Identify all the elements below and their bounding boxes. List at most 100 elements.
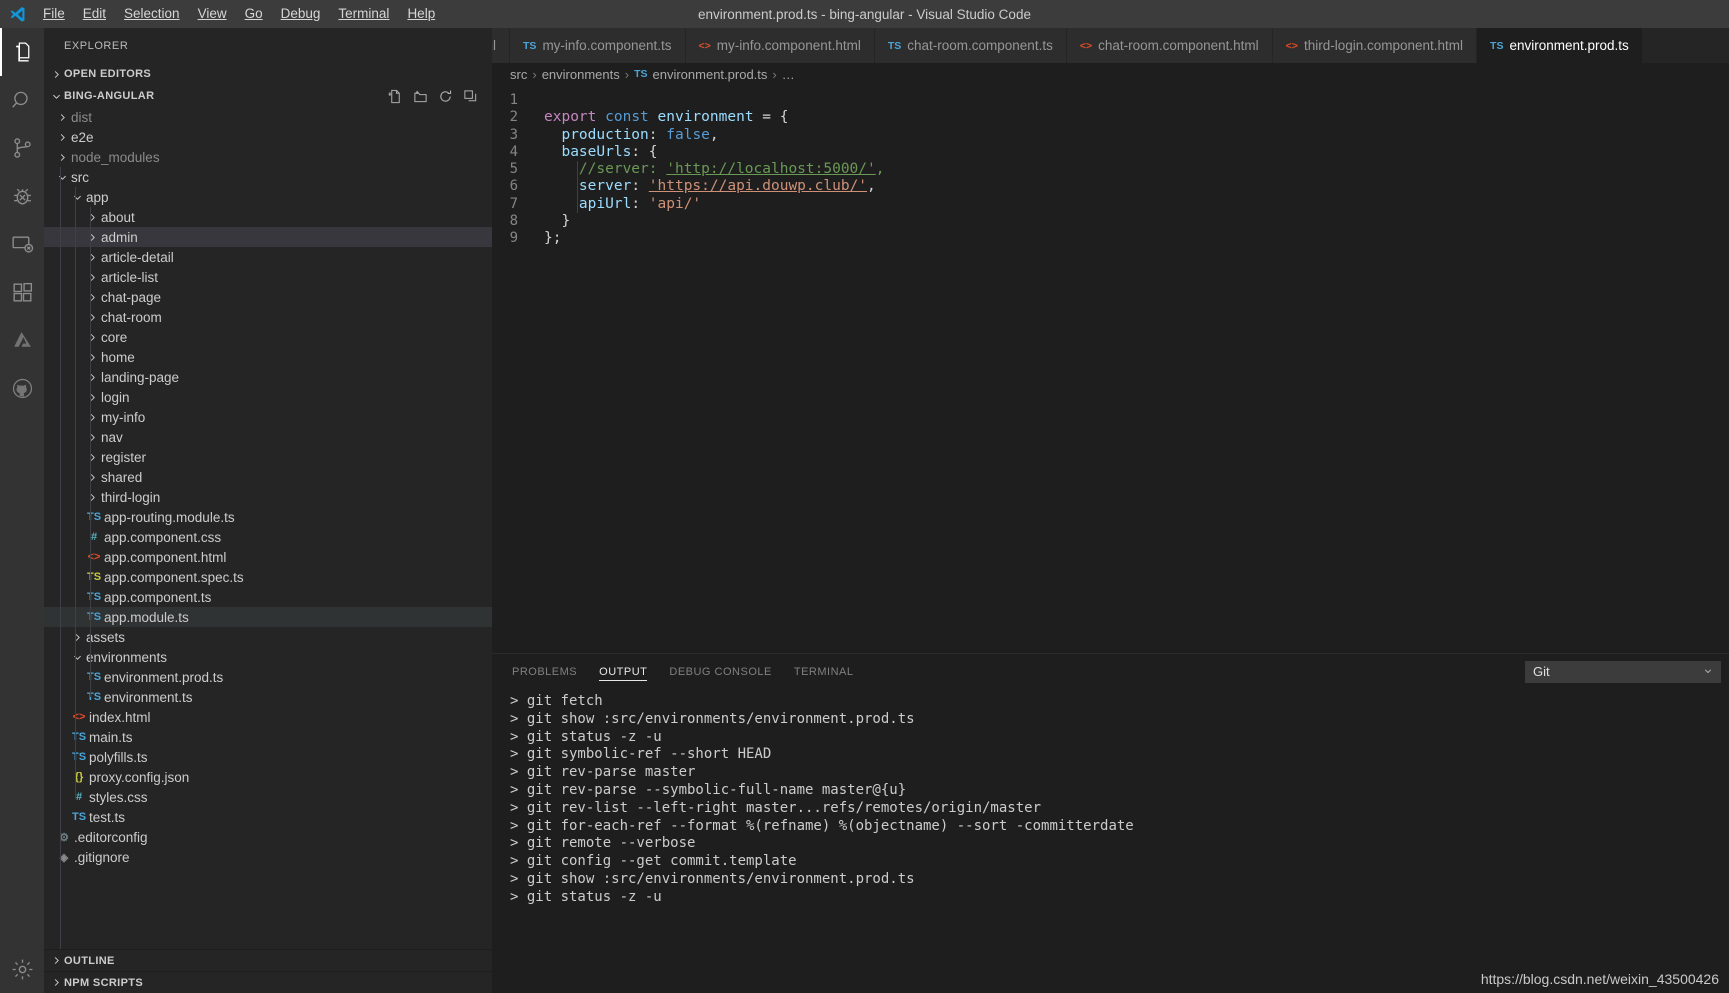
tree-row-e2e[interactable]: e2e	[44, 127, 492, 147]
tree-row-nav[interactable]: nav	[44, 427, 492, 447]
tree-row-app-routing.module.ts[interactable]: TS app-routing.module.ts	[44, 507, 492, 527]
tree-row-main.ts[interactable]: TS main.ts	[44, 727, 492, 747]
tree-row-styles.css[interactable]: # styles.css	[44, 787, 492, 807]
output-console[interactable]: > git fetch > git show :src/environments/…	[492, 689, 1729, 993]
file-tree[interactable]: dist e2e node_modules src app about admin artic…	[44, 107, 492, 949]
tree-row-chat-room[interactable]: chat-room	[44, 307, 492, 327]
activity-github-icon[interactable]	[0, 364, 44, 412]
tree-row-admin[interactable]: admin	[44, 227, 492, 247]
code-line[interactable]: 4 baseUrls: {	[492, 144, 1729, 161]
panel-tab-debug-console[interactable]: DEBUG CONSOLE	[669, 654, 771, 689]
tree-row-dist[interactable]: dist	[44, 107, 492, 127]
editor-tab-chat-room.component.ts[interactable]: TS chat-room.component.ts	[874, 28, 1067, 63]
activity-search-icon[interactable]	[0, 76, 44, 124]
code-line[interactable]: 6 server: 'https://api.douwp.club/',	[492, 178, 1729, 195]
code-line[interactable]: 2 export const environment = {	[492, 109, 1729, 126]
tree-row-app[interactable]: app	[44, 187, 492, 207]
breadcrumb-separator: ›	[772, 66, 777, 82]
tree-row-node-modules[interactable]: node_modules	[44, 147, 492, 167]
menu-edit[interactable]: Edit	[74, 3, 115, 25]
breadcrumb-item[interactable]: src	[510, 67, 527, 82]
tree-row-app.component.spec.ts[interactable]: TS app.component.spec.ts	[44, 567, 492, 587]
section-project-root[interactable]: BING-ANGULAR	[44, 85, 492, 107]
tree-row-index.html[interactable]: <> index.html	[44, 707, 492, 727]
new-file-icon[interactable]	[388, 89, 403, 104]
tree-row-app.component.ts[interactable]: TS app.component.ts	[44, 587, 492, 607]
section-open-editors[interactable]: OPEN EDITORS	[44, 63, 492, 85]
tree-row-assets[interactable]: assets	[44, 627, 492, 647]
tree-row-my-info[interactable]: my-info	[44, 407, 492, 427]
tree-row-app.module.ts[interactable]: TS app.module.ts	[44, 607, 492, 627]
tree-row-article-detail[interactable]: article-detail	[44, 247, 492, 267]
editor-tab-bar[interactable]: t.html TS my-info.component.ts <> my-info.co…	[492, 28, 1729, 63]
tree-row-about[interactable]: about	[44, 207, 492, 227]
settings-gear-icon[interactable]	[0, 945, 44, 993]
tree-row-environment.prod.ts[interactable]: TS environment.prod.ts	[44, 667, 492, 687]
tree-row-label: home	[101, 349, 135, 365]
tree-row-third-login[interactable]: third-login	[44, 487, 492, 507]
editor-tab-my-info.component.ts[interactable]: TS my-info.component.ts	[510, 28, 686, 63]
menu-terminal[interactable]: Terminal	[329, 3, 398, 25]
output-channel-select[interactable]: Git	[1525, 660, 1721, 683]
tree-row-shared[interactable]: shared	[44, 467, 492, 487]
breadcrumb[interactable]: src › environments › TS environment.prod.ts ›…	[492, 63, 1729, 85]
collapse-all-icon[interactable]	[463, 89, 478, 104]
breadcrumb-item[interactable]: environment.prod.ts	[653, 67, 768, 82]
code-content[interactable]: 1 2 export const environment = {3 producti…	[492, 85, 1729, 248]
editor-tab-environment.prod.ts[interactable]: TS environment.prod.ts	[1477, 28, 1643, 63]
editor-tab-label: chat-room.component.html	[1098, 38, 1259, 53]
panel-tab-terminal[interactable]: TERMINAL	[794, 654, 854, 689]
activity-extensions-icon[interactable]	[0, 268, 44, 316]
tree-row-test.ts[interactable]: TS test.ts	[44, 807, 492, 827]
tree-row-login[interactable]: login	[44, 387, 492, 407]
breadcrumb-item[interactable]: …	[782, 67, 795, 82]
code-line[interactable]: 5 //server: 'http://localhost:5000/',	[492, 161, 1729, 178]
tree-row-environment.ts[interactable]: TS environment.ts	[44, 687, 492, 707]
menu-debug[interactable]: Debug	[272, 3, 330, 25]
activity-debug-icon[interactable]	[0, 172, 44, 220]
tree-row-chat-page[interactable]: chat-page	[44, 287, 492, 307]
tree-row-register[interactable]: register	[44, 447, 492, 467]
tree-row-polyfills.ts[interactable]: TS polyfills.ts	[44, 747, 492, 767]
code-line[interactable]: 1	[492, 92, 1729, 109]
code-line[interactable]: 8 }	[492, 213, 1729, 230]
menu-file[interactable]: File	[34, 3, 74, 25]
new-folder-icon[interactable]	[413, 89, 428, 104]
activity-explorer-icon[interactable]	[0, 28, 44, 76]
activity-source-control-icon[interactable]	[0, 124, 44, 172]
section-outline[interactable]: OUTLINE	[44, 949, 492, 971]
tree-row-core[interactable]: core	[44, 327, 492, 347]
breadcrumb-item[interactable]: environments	[542, 67, 620, 82]
tree-row-label: node_modules	[71, 149, 160, 165]
panel-tab-bar[interactable]: PROBLEMS OUTPUT DEBUG CONSOLE TERMINAL G…	[492, 654, 1729, 689]
code-line[interactable]: 9};	[492, 230, 1729, 247]
tree-row-home[interactable]: home	[44, 347, 492, 367]
menu-help[interactable]: Help	[398, 3, 444, 25]
code-editor[interactable]: 1 2 export const environment = {3 producti…	[492, 85, 1729, 653]
refresh-icon[interactable]	[438, 89, 453, 104]
tree-row-landing-page[interactable]: landing-page	[44, 367, 492, 387]
editor-tab-t.html[interactable]: t.html	[492, 28, 511, 63]
tree-row-proxy.config.json[interactable]: {} proxy.config.json	[44, 767, 492, 787]
tree-row-.gitignore[interactable]: ◈ .gitignore	[44, 847, 492, 867]
menu-bar[interactable]: File Edit Selection View Go Debug Termin…	[34, 0, 444, 28]
menu-go[interactable]: Go	[236, 3, 272, 25]
tree-row-src[interactable]: src	[44, 167, 492, 187]
panel-tab-output[interactable]: OUTPUT	[599, 654, 648, 689]
activity-remote-explorer-icon[interactable]	[0, 220, 44, 268]
tree-row-app.component.html[interactable]: <> app.component.html	[44, 547, 492, 567]
activity-azure-icon[interactable]	[0, 316, 44, 364]
editor-tab-third-login.component.html[interactable]: <> third-login.component.html	[1272, 28, 1478, 63]
tree-row-article-list[interactable]: article-list	[44, 267, 492, 287]
tree-row-environments[interactable]: environments	[44, 647, 492, 667]
menu-selection[interactable]: Selection	[115, 3, 189, 25]
section-npm-scripts[interactable]: NPM SCRIPTS	[44, 971, 492, 993]
editor-tab-chat-room.component.html[interactable]: <> chat-room.component.html	[1066, 28, 1273, 63]
code-line[interactable]: 3 production: false,	[492, 127, 1729, 144]
menu-view[interactable]: View	[189, 3, 236, 25]
editor-tab-my-info.component.html[interactable]: <> my-info.component.html	[685, 28, 875, 63]
tree-row-app.component.css[interactable]: # app.component.css	[44, 527, 492, 547]
panel-tab-problems[interactable]: PROBLEMS	[512, 654, 577, 689]
tree-row-.editorconfig[interactable]: ⚙ .editorconfig	[44, 827, 492, 847]
code-line[interactable]: 7 apiUrl: 'api/'	[492, 196, 1729, 213]
